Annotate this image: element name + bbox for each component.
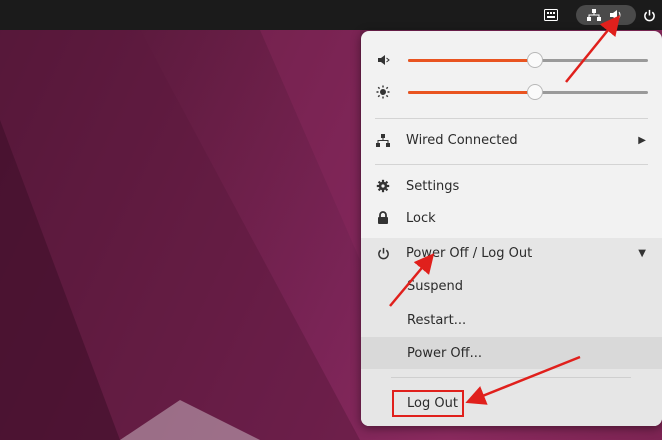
- brightness-slider-knob[interactable]: [527, 83, 544, 100]
- top-bar: [0, 0, 662, 30]
- keyboard-icon[interactable]: [540, 4, 562, 26]
- volume-slider[interactable]: [408, 51, 648, 68]
- network-menu-item[interactable]: Wired Connected ▶: [361, 125, 662, 155]
- brightness-slider[interactable]: [408, 83, 648, 100]
- power-icon: [375, 245, 391, 261]
- suspend-menu-item[interactable]: Suspend: [361, 270, 662, 302]
- brightness-row: [361, 77, 662, 107]
- restart-menu-item[interactable]: Restart...: [361, 304, 662, 336]
- power-off-label: Power Off...: [407, 345, 483, 361]
- brightness-icon: [375, 84, 391, 100]
- lock-menu-item[interactable]: Lock: [361, 203, 662, 233]
- gear-icon: [375, 178, 391, 194]
- power-label: Power Off / Log Out: [406, 245, 533, 261]
- log-out-highlight-box: [392, 390, 464, 417]
- brightness-slider-fill: [408, 90, 536, 94]
- lock-icon: [375, 210, 391, 226]
- volume-slider-fill: [408, 58, 536, 62]
- power-menu-item[interactable]: Power Off / Log Out ▼: [361, 238, 662, 268]
- submenu-arrow-icon: ▶: [638, 134, 646, 146]
- network-icon: [375, 132, 391, 148]
- separator: [391, 377, 631, 378]
- volume-row: [361, 45, 662, 75]
- network-icon: [584, 4, 604, 26]
- settings-label: Settings: [406, 178, 460, 194]
- power-off-menu-item[interactable]: Power Off...: [361, 337, 662, 369]
- lock-label: Lock: [406, 210, 436, 226]
- separator: [375, 164, 648, 165]
- speaker-icon: [375, 52, 391, 68]
- speaker-icon: [606, 4, 626, 26]
- settings-menu-item[interactable]: Settings: [361, 171, 662, 201]
- restart-label: Restart...: [407, 312, 467, 328]
- network-label: Wired Connected: [406, 132, 518, 148]
- volume-slider-knob[interactable]: [527, 51, 544, 68]
- system-menu: Wired Connected ▶ Settings Lock Power Of…: [361, 31, 662, 426]
- power-icon[interactable]: [638, 4, 660, 26]
- suspend-label: Suspend: [407, 278, 464, 294]
- expand-arrow-icon: ▼: [638, 247, 646, 259]
- separator: [375, 118, 648, 119]
